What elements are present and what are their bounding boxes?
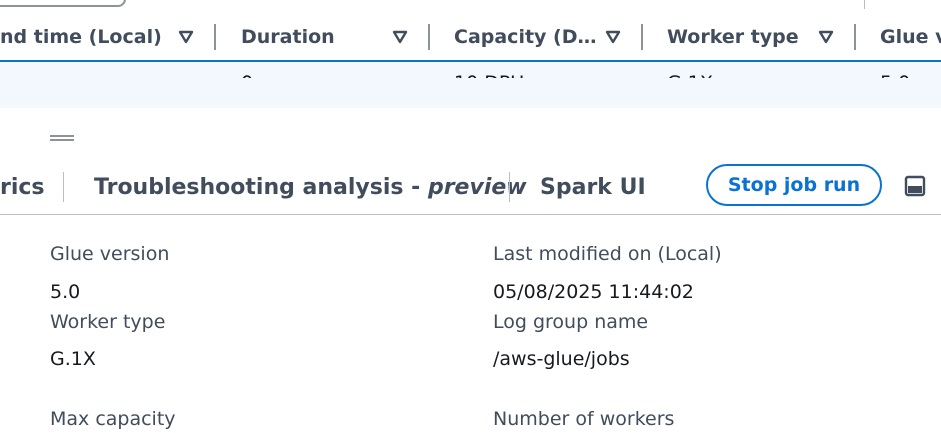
sort-caret-down-icon[interactable] xyxy=(818,29,834,45)
tab-troubleshooting-analysis[interactable]: Troubleshooting analysis - preview xyxy=(94,160,527,214)
column-header-worker-type[interactable]: Worker type xyxy=(667,20,799,54)
column-header-label: nd time (Local) xyxy=(0,26,162,48)
column-header-label: Worker type xyxy=(667,26,799,48)
table-header: nd time (Local) Duration Capacity (D… Wo… xyxy=(0,20,941,54)
column-resizer[interactable] xyxy=(641,24,643,50)
column-resizer[interactable] xyxy=(214,24,216,50)
column-header-glue-version[interactable]: Glue v xyxy=(880,20,941,54)
worker-type-label: Worker type xyxy=(50,311,166,333)
tab-label: Spark UI xyxy=(540,174,646,200)
log-group-value: /aws-glue/jobs xyxy=(493,348,630,370)
stop-job-run-button[interactable]: Stop job run xyxy=(706,164,882,206)
tab-divider xyxy=(509,172,510,202)
column-header-label: Glue v xyxy=(880,26,941,48)
number-of-workers-label: Number of workers xyxy=(493,408,675,430)
sort-caret-down-icon[interactable] xyxy=(605,29,621,45)
column-header-label: Capacity (D… xyxy=(454,26,597,48)
row-overflow-mask xyxy=(0,78,941,108)
log-group-label: Log group name xyxy=(493,311,649,333)
column-header-capacity[interactable]: Capacity (D… xyxy=(454,20,597,54)
max-capacity-label: Max capacity xyxy=(50,408,176,430)
tab-label: Troubleshooting analysis - xyxy=(94,174,428,200)
sort-caret-down-icon[interactable] xyxy=(392,29,408,45)
job-runs-table: nd time (Local) Duration Capacity (D… Wo… xyxy=(0,0,941,108)
sort-caret-down-icon[interactable] xyxy=(178,29,194,45)
tab-metrics[interactable]: rics xyxy=(0,160,45,214)
drag-handle-icon[interactable] xyxy=(50,135,74,141)
divider xyxy=(864,0,865,9)
tab-label: rics xyxy=(0,174,45,200)
column-resizer[interactable] xyxy=(428,24,430,50)
last-modified-value: 05/08/2025 11:44:02 xyxy=(493,281,694,303)
glue-version-label: Glue version xyxy=(50,243,170,265)
column-header-duration[interactable]: Duration xyxy=(241,20,335,54)
tabs-divider xyxy=(0,214,941,215)
column-header-label: Duration xyxy=(241,26,335,48)
column-header-end-time[interactable]: nd time (Local) xyxy=(0,20,162,54)
preview-badge: preview xyxy=(427,174,527,200)
panel-layout-icon[interactable] xyxy=(904,175,926,197)
column-resizer[interactable] xyxy=(854,24,856,50)
tab-divider xyxy=(63,172,64,202)
glue-version-value: 5.0 xyxy=(50,281,81,303)
tab-spark-ui[interactable]: Spark UI xyxy=(540,160,646,214)
worker-type-value: G.1X xyxy=(50,348,96,370)
last-modified-label: Last modified on (Local) xyxy=(493,243,722,265)
table-filter-box[interactable] xyxy=(0,0,126,7)
